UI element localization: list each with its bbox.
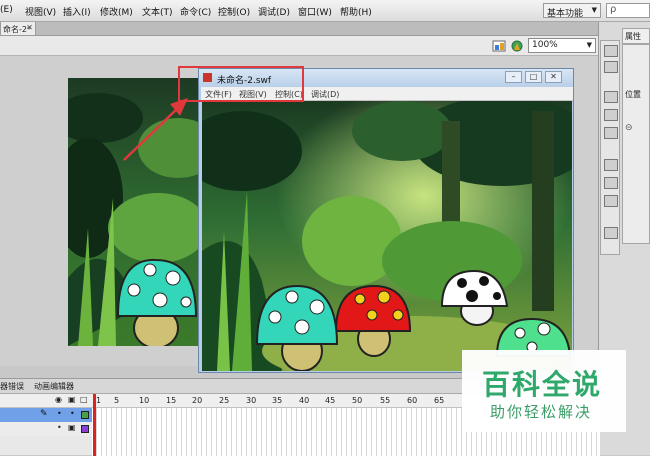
layer-row[interactable]: • ▣ xyxy=(0,422,92,436)
align-tool-icon[interactable] xyxy=(604,127,618,139)
frame-number: 45 xyxy=(325,396,336,405)
document-tab[interactable]: 命名-2* ✕ xyxy=(0,22,36,36)
selection-tool-icon[interactable] xyxy=(604,45,618,57)
frame-number: 65 xyxy=(434,396,445,405)
tab-motion-editor[interactable]: 动画编辑器 xyxy=(34,381,74,392)
edit-bar: 100% ▼ xyxy=(0,36,598,56)
info-icon[interactable] xyxy=(604,109,618,121)
library-icon[interactable] xyxy=(604,227,618,239)
eye-icon[interactable]: ◉ xyxy=(55,395,62,404)
menu-modify[interactable]: 修改(M) xyxy=(100,5,133,18)
link-icon[interactable]: ⊝ xyxy=(625,123,633,133)
edit-symbols-icon[interactable] xyxy=(492,39,506,53)
layer-color-swatch[interactable] xyxy=(81,411,89,419)
visible-dot-icon[interactable]: • xyxy=(57,409,62,418)
minimize-button[interactable]: – xyxy=(505,71,522,83)
swatches-icon[interactable] xyxy=(604,159,618,171)
frame-number: 55 xyxy=(380,396,391,405)
frame-number: 20 xyxy=(192,396,203,405)
swf-menu-debug[interactable]: 调试(D) xyxy=(311,89,339,100)
frame-number: 50 xyxy=(352,396,363,405)
menu-debug[interactable]: 调试(D) xyxy=(258,5,290,18)
frame-number: 10 xyxy=(139,396,150,405)
frame-number: 15 xyxy=(166,396,177,405)
menu-commands[interactable]: 命令(C) xyxy=(180,5,211,18)
watermark: 百科全说 助你轻松解决 xyxy=(462,350,626,432)
swf-scene-image xyxy=(202,101,572,371)
subselection-tool-icon[interactable] xyxy=(604,61,618,73)
zoom-selector[interactable]: 100% ▼ xyxy=(528,38,596,53)
lock-icon[interactable]: ▣ xyxy=(68,423,76,432)
tools-panel xyxy=(600,40,620,255)
playhead[interactable] xyxy=(93,394,96,456)
maximize-button[interactable]: □ xyxy=(525,71,542,83)
outline-icon[interactable]: □ xyxy=(80,395,88,404)
visible-dot-icon[interactable]: • xyxy=(57,423,62,432)
swf-content[interactable] xyxy=(202,101,572,371)
menu-window[interactable]: 窗口(W) xyxy=(298,5,332,18)
swf-player-window[interactable]: 未命名-2.swf – □ ✕ 文件(F) 视图(V) 控制(C) 调试(D) xyxy=(198,68,574,373)
watermark-subtitle: 助你轻松解决 xyxy=(490,403,593,421)
close-button[interactable]: ✕ xyxy=(545,71,562,83)
frame-number: 25 xyxy=(219,396,230,405)
search-input[interactable]: ρ xyxy=(606,3,650,18)
frame-number: 35 xyxy=(272,396,283,405)
layer-row-selected[interactable]: ✎ • • xyxy=(0,408,92,422)
watermark-title: 百科全说 xyxy=(482,368,603,401)
lock-icon[interactable]: ▣ xyxy=(68,395,76,404)
components-icon[interactable] xyxy=(604,195,618,207)
annotation-arrow xyxy=(123,98,188,161)
properties-panel: 位置 ⊝ xyxy=(622,44,650,244)
tab-properties[interactable]: 属性 xyxy=(622,28,650,44)
workspace-label: 基本功能 xyxy=(547,9,584,19)
frame-number: 5 xyxy=(114,396,120,405)
lock-dot-icon[interactable]: • xyxy=(70,409,75,418)
frame-number: 1 xyxy=(96,396,102,405)
pencil-icon: ✎ xyxy=(40,409,48,419)
zoom-value: 100% xyxy=(532,40,558,50)
tab-compiler-errors[interactable]: 器错误 xyxy=(0,381,24,392)
chevron-down-icon: ▼ xyxy=(586,41,592,49)
chevron-down-icon: ▼ xyxy=(591,6,597,14)
workspace-selector[interactable]: 基本功能 ▼ xyxy=(543,3,601,19)
color-icon[interactable] xyxy=(604,177,618,189)
document-tab-bar: 命名-2* ✕ xyxy=(0,22,598,36)
edit-scene-icon[interactable] xyxy=(510,39,524,53)
menu-view[interactable]: 视图(V) xyxy=(25,5,56,18)
close-icon[interactable]: ✕ xyxy=(26,23,33,32)
position-label: 位置 xyxy=(625,90,641,99)
frame-number: 60 xyxy=(407,396,418,405)
frame-number: 30 xyxy=(246,396,257,405)
menu-control[interactable]: 控制(O) xyxy=(218,5,250,18)
frame-number: 40 xyxy=(299,396,310,405)
menu-text[interactable]: 文本(T) xyxy=(142,5,173,18)
menu-bar: (E) 视图(V) 插入(I) 修改(M) 文本(T) 命令(C) 控制(O) … xyxy=(0,0,650,22)
menu-edit[interactable]: (E) xyxy=(0,5,13,15)
search-icon: ρ xyxy=(610,4,617,15)
layer-color-swatch[interactable] xyxy=(81,425,89,433)
transform-tool-icon[interactable] xyxy=(604,91,618,103)
menu-insert[interactable]: 插入(I) xyxy=(63,5,91,18)
menu-help[interactable]: 帮助(H) xyxy=(340,5,372,18)
properties-tab-label: 属性 xyxy=(625,32,641,41)
